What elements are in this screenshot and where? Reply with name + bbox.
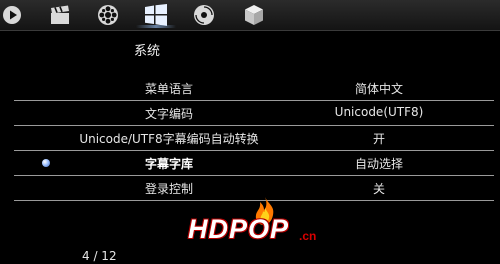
watermark-suffix: .cn: [299, 229, 317, 243]
settings-row-text-encoding[interactable]: 文字编码 Unicode(UTF8): [14, 101, 494, 126]
film-reel-icon[interactable]: [96, 3, 120, 27]
settings-row-subtitle-auto-convert[interactable]: Unicode/UTF8字幕编码自动转换 开: [14, 126, 494, 151]
setting-label: 文字编码: [144, 107, 193, 121]
settings-row-subtitle-font[interactable]: 字幕字库 自动选择: [14, 151, 494, 176]
setting-value[interactable]: 开: [314, 130, 444, 147]
clapperboard-icon[interactable]: [48, 3, 72, 27]
setting-value[interactable]: 简体中文: [314, 80, 444, 97]
watermark-text: HDPOP: [188, 214, 290, 244]
section-title: 系统: [134, 44, 161, 59]
setting-label: 登录控制: [144, 182, 193, 196]
play-icon[interactable]: [0, 3, 24, 27]
windows-logo-icon[interactable]: [136, 3, 176, 28]
top-navigation-bar: [0, 0, 500, 31]
setting-value[interactable]: 自动选择: [314, 155, 444, 172]
setting-label: Unicode/UTF8字幕编码自动转换: [79, 132, 259, 146]
setting-value[interactable]: 关: [314, 180, 444, 197]
disc-icon[interactable]: [192, 3, 216, 27]
page-indicator: 4 / 12: [82, 249, 117, 263]
setting-label: 菜单语言: [144, 82, 193, 96]
settings-list: 菜单语言 简体中文 文字编码 Unicode(UTF8) Unicode/UTF…: [14, 76, 494, 201]
settings-row-menu-language[interactable]: 菜单语言 简体中文: [14, 76, 494, 101]
cube-icon[interactable]: [242, 3, 266, 27]
hdpop-watermark-logo: HDPOP .cn: [188, 196, 328, 246]
setting-label: 字幕字库: [144, 157, 193, 171]
setting-value[interactable]: Unicode(UTF8): [314, 105, 444, 119]
